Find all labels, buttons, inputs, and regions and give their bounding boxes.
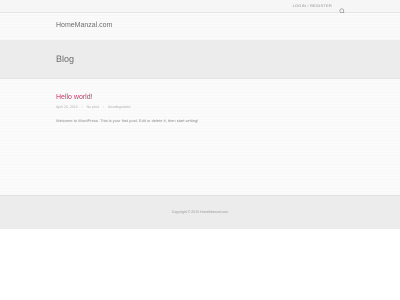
search-icon[interactable] xyxy=(339,2,346,15)
login-register-link[interactable]: LOGIN / REGISTER xyxy=(293,3,332,8)
post-meta: April 20, 2019 / No phot / Uncategorized xyxy=(56,105,133,109)
site-footer: Copyright © 2019 HomeManzal.com xyxy=(0,195,400,229)
top-bar: LOGIN / REGISTER xyxy=(0,0,400,15)
page-title: Blog xyxy=(56,54,75,64)
post-title-link[interactable]: Hello world! xyxy=(56,94,93,101)
post-date[interactable]: April 20, 2019 xyxy=(56,105,78,109)
page-title-bar: Blog xyxy=(0,40,400,79)
page-bottom xyxy=(0,229,400,300)
site-brand-link[interactable]: HomeManzal.com xyxy=(56,22,112,29)
meta-separator: / xyxy=(102,105,104,109)
main-content: Hello world! April 20, 2019 / No phot / … xyxy=(0,79,400,195)
post-category[interactable]: Uncategorized xyxy=(108,105,131,109)
site-header: HomeManzal.com xyxy=(0,13,400,40)
post-author[interactable]: No phot xyxy=(87,105,99,109)
post-excerpt: Welcome to WordPress. This is your first… xyxy=(56,118,199,123)
meta-separator: / xyxy=(81,105,83,109)
copyright-text: Copyright © 2019 HomeManzal.com xyxy=(171,210,229,214)
